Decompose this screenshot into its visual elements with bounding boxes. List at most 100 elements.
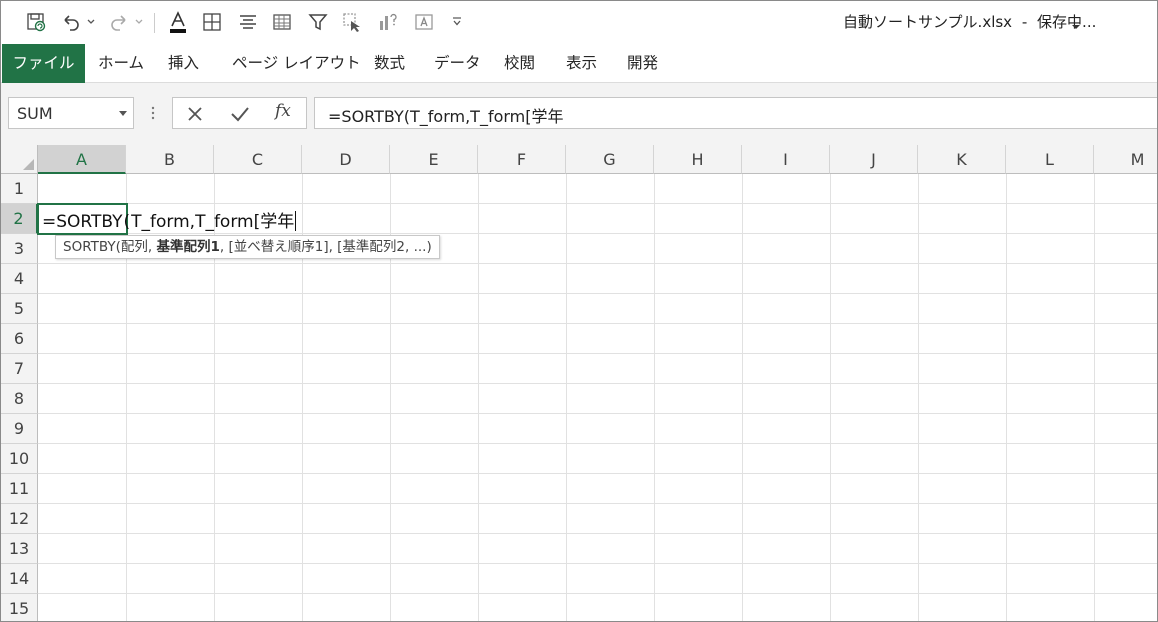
column-header-k[interactable]: K: [918, 145, 1006, 174]
gridline-horizontal: [38, 323, 1157, 324]
worksheet-grid: A B C D E F G H I J K L M 1 2 3 4 5 6 7 8 9 10 11 12 13 14 15 =SORT…: [1, 145, 1157, 621]
tab-page-layout[interactable]: ページ レイアウト: [232, 44, 361, 83]
gridline-horizontal: [38, 473, 1157, 474]
column-header-j[interactable]: J: [830, 145, 918, 174]
gridline-horizontal: [38, 203, 1157, 204]
select-objects-icon[interactable]: [339, 9, 365, 35]
redo-dropdown-icon[interactable]: [133, 9, 145, 35]
text-cursor: [295, 211, 297, 231]
table-icon[interactable]: [269, 9, 295, 35]
column-header-b[interactable]: B: [126, 145, 214, 174]
tab-review[interactable]: 校閲: [504, 44, 535, 83]
tab-formulas[interactable]: 数式: [374, 44, 405, 83]
formula-buttons: fx: [172, 97, 307, 129]
chart-help-icon[interactable]: [375, 9, 401, 35]
tooltip-rest-args: , [並べ替え順序1], [基準配列2, ...): [219, 239, 432, 255]
row-header-15[interactable]: 15: [1, 594, 38, 621]
tooltip-current-arg[interactable]: 基準配列1: [156, 239, 219, 255]
borders-icon[interactable]: [199, 9, 225, 35]
row-header-13[interactable]: 13: [1, 534, 38, 564]
tab-developer[interactable]: 開発: [627, 44, 658, 83]
gridline-vertical: [1094, 174, 1095, 621]
save-status: 保存中...: [1037, 13, 1097, 31]
gridline-horizontal: [38, 233, 1157, 234]
excel-window: 自動ソートサンプル.xlsx - 保存中... ファイル ホーム 挿入 ページ …: [0, 0, 1158, 622]
align-center-icon[interactable]: [235, 9, 261, 35]
row-header-4[interactable]: 4: [1, 264, 38, 294]
undo-dropdown-icon[interactable]: [85, 9, 97, 35]
textbox-icon[interactable]: [411, 9, 437, 35]
cancel-icon[interactable]: [185, 104, 205, 128]
gridline-horizontal: [38, 593, 1157, 594]
column-header-e[interactable]: E: [390, 145, 478, 174]
gridline-horizontal: [38, 443, 1157, 444]
gridline-horizontal: [38, 563, 1157, 564]
gridline-horizontal: [38, 503, 1157, 504]
toolbar-divider: [154, 13, 155, 33]
column-header-i[interactable]: I: [742, 145, 830, 174]
insert-function-icon[interactable]: fx: [275, 101, 291, 121]
gridline-vertical: [918, 174, 919, 621]
formula-input[interactable]: =SORTBY(T_form,T_form[学年: [314, 97, 1157, 129]
row-header-7[interactable]: 7: [1, 354, 38, 384]
row-header-3[interactable]: 3: [1, 234, 38, 264]
filter-icon[interactable]: [305, 9, 331, 35]
tab-view[interactable]: 表示: [566, 44, 597, 83]
row-header-5[interactable]: 5: [1, 294, 38, 324]
column-header-g[interactable]: G: [566, 145, 654, 174]
column-header-d[interactable]: D: [302, 145, 390, 174]
cell-edit-text[interactable]: =SORTBY(T_form,T_form[学年: [42, 207, 297, 232]
row-header-2[interactable]: 2: [1, 204, 38, 234]
gridline-horizontal: [38, 353, 1157, 354]
gridline-vertical: [654, 174, 655, 621]
name-box-value: SUM: [17, 104, 53, 123]
gridline-horizontal: [38, 533, 1157, 534]
row-header-8[interactable]: 8: [1, 384, 38, 414]
name-box[interactable]: SUM: [8, 97, 134, 129]
gridline-vertical: [566, 174, 567, 621]
column-header-h[interactable]: H: [654, 145, 742, 174]
select-all-button[interactable]: [1, 145, 38, 174]
row-header-1[interactable]: 1: [1, 174, 38, 204]
function-argument-tooltip[interactable]: SORTBY(配列, 基準配列1, [並べ替え順序1], [基準配列2, ...…: [55, 235, 440, 259]
column-header-c[interactable]: C: [214, 145, 302, 174]
enter-check-icon[interactable]: [229, 104, 251, 128]
column-header-m[interactable]: M: [1094, 145, 1157, 174]
undo-icon[interactable]: [59, 9, 83, 35]
column-header-f[interactable]: F: [478, 145, 566, 174]
redo-icon[interactable]: [107, 9, 131, 35]
gridline-vertical: [742, 174, 743, 621]
gridline-horizontal: [38, 413, 1157, 414]
name-box-dropdown-icon[interactable]: [119, 111, 127, 116]
title-separator: -: [1021, 13, 1028, 31]
column-header-a[interactable]: A: [38, 145, 126, 174]
ribbon-tabs: ファイル ホーム 挿入 ページ レイアウト 数式 データ 校閲 表示 開発: [1, 44, 1157, 83]
formula-bar-area: SUM fx =SORTBY(T_form,T_form[学年: [1, 83, 1157, 145]
customize-qat-icon[interactable]: [449, 9, 465, 35]
row-header-10[interactable]: 10: [1, 444, 38, 474]
row-header-11[interactable]: 11: [1, 474, 38, 504]
tab-data[interactable]: データ: [434, 44, 481, 83]
tab-file[interactable]: ファイル: [2, 44, 85, 83]
cell-edit-func: =SORTBY: [42, 212, 123, 232]
gridline-horizontal: [38, 263, 1157, 264]
save-autosave-icon[interactable]: [23, 9, 49, 35]
file-name: 自動ソートサンプル.xlsx: [843, 13, 1013, 31]
gridline-vertical: [478, 174, 479, 621]
gridline-vertical: [830, 174, 831, 621]
gridline-vertical: [1006, 174, 1007, 621]
tab-home[interactable]: ホーム: [98, 44, 144, 83]
tab-insert[interactable]: 挿入: [168, 44, 199, 83]
font-color-icon[interactable]: [165, 9, 191, 35]
row-header-14[interactable]: 14: [1, 564, 38, 594]
row-header-12[interactable]: 12: [1, 504, 38, 534]
column-header-l[interactable]: L: [1006, 145, 1094, 174]
window-title: 自動ソートサンプル.xlsx - 保存中...: [843, 11, 1096, 32]
formula-text: =SORTBY(T_form,T_form[学年: [328, 107, 564, 126]
tooltip-func-prefix: SORTBY(配列,: [63, 239, 157, 255]
vertical-dots-icon[interactable]: [150, 105, 156, 125]
gridline-horizontal: [38, 383, 1157, 384]
row-header-9[interactable]: 9: [1, 414, 38, 444]
title-dropdown-icon[interactable]: [1071, 16, 1081, 35]
row-header-6[interactable]: 6: [1, 324, 38, 354]
